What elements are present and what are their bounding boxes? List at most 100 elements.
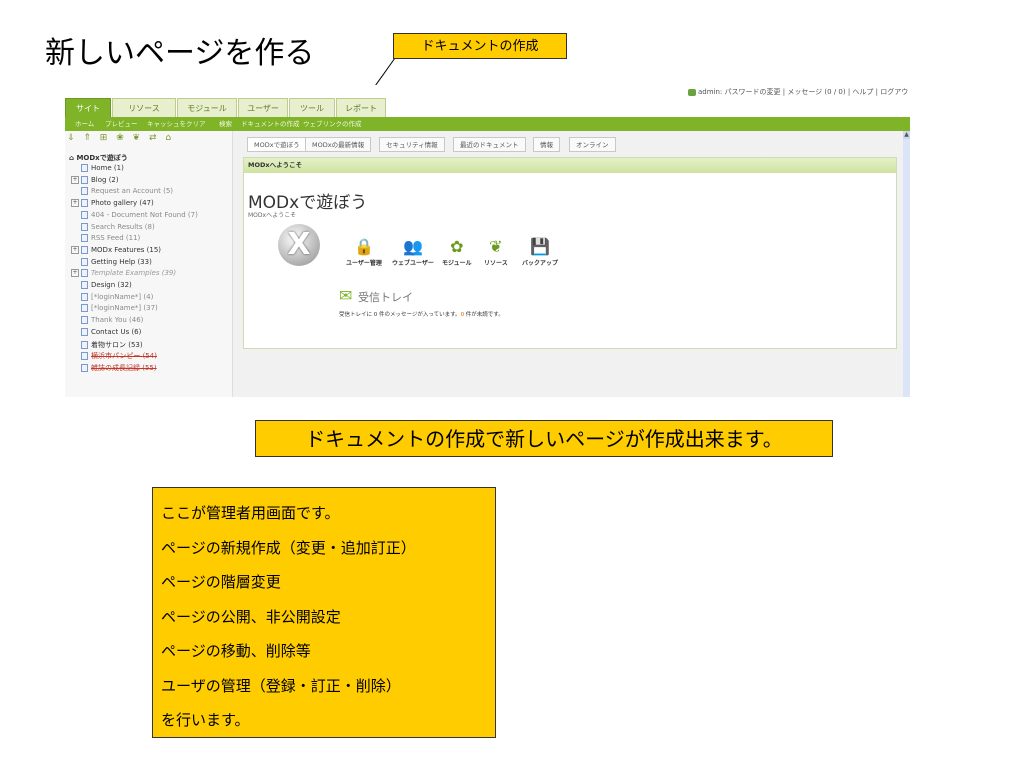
tree-item[interactable]: [*loginName*] (4) <box>81 292 153 301</box>
welcome-subtitle: MODxへようこそ <box>248 212 297 219</box>
document-icon <box>81 187 88 196</box>
vertical-scrollbar[interactable]: ▲ <box>903 131 910 397</box>
tab-users[interactable]: ユーザー <box>238 98 288 117</box>
document-icon <box>81 363 88 372</box>
module-icon: ✿ <box>450 237 464 256</box>
document-icon <box>81 352 88 361</box>
tree-item-label: MODx Features (15) <box>91 245 161 254</box>
tab-tools[interactable]: ツール <box>289 98 335 117</box>
tree-item-label: Home (1) <box>91 164 124 172</box>
tree-toolbar-icons[interactable]: ⇓ ⇑ ⊞ ❀ ❦ ⇄ ⌂ <box>67 133 174 143</box>
expand-icon[interactable]: + <box>71 269 79 278</box>
callout-create-page-explanation: ドキュメントの作成で新しいページが作成出来ます。 <box>255 420 833 457</box>
document-icon <box>81 222 88 231</box>
tree-item[interactable]: + MODx Features (15) <box>71 245 161 254</box>
subnav-create-document[interactable]: ドキュメントの作成 <box>241 117 300 131</box>
note-line: ページの階層変更 <box>161 573 281 591</box>
expand-icon[interactable]: + <box>71 245 79 254</box>
tab-resources[interactable]: リソース <box>112 98 176 117</box>
document-icon <box>81 175 88 184</box>
note-line: ここが管理者用画面です。 <box>161 504 340 522</box>
quick-user-management[interactable]: 🔒 ユーザー管理 <box>346 238 382 268</box>
tree-item-label: Photo gallery (47) <box>91 199 154 208</box>
subnav-create-weblink[interactable]: ウェブリンクの作成 <box>303 117 362 131</box>
envelope-icon[interactable]: ✉ <box>339 286 352 305</box>
document-icon <box>81 210 88 219</box>
document-icon <box>81 199 88 208</box>
document-icon <box>81 245 88 254</box>
inbox-title[interactable]: 受信トレイ <box>358 289 413 305</box>
tab-site[interactable]: サイト <box>65 98 111 117</box>
tab-online[interactable]: オンライン <box>569 137 616 152</box>
tree-item[interactable]: 404 - Document Not Found (7) <box>81 210 198 219</box>
user-icon <box>688 88 696 96</box>
subnav-clear-cache[interactable]: キャッシュをクリア <box>147 117 206 131</box>
subnav-search[interactable]: 検索 <box>219 117 232 131</box>
note-line: ページの移動、削除等 <box>161 642 311 660</box>
tree-item[interactable]: Home (1) <box>81 164 124 172</box>
users-icon: 👥 <box>402 237 423 256</box>
expand-icon[interactable]: + <box>71 175 79 184</box>
subnav-home[interactable]: ホーム <box>75 117 94 131</box>
tree-item-label: 雑誌の成長記録 (55) <box>91 363 157 372</box>
tab-info[interactable]: 情報 <box>533 137 560 152</box>
tree-item[interactable]: 横浜市パンピー (54) <box>81 351 157 361</box>
tab-reports[interactable]: レポート <box>336 98 386 117</box>
tree-item[interactable]: [*loginName*] (37) <box>81 304 158 313</box>
document-icon <box>81 340 88 349</box>
subnav-preview[interactable]: プレビュー <box>105 117 138 131</box>
quick-modules[interactable]: ✿ モジュール <box>442 237 472 268</box>
document-icon <box>81 164 88 172</box>
admin-features-notes: ここが管理者用画面です。 ページの新規作成（変更・追加訂正） ページの階層変更 … <box>152 487 496 738</box>
tree-item[interactable]: Search Results (8) <box>81 222 155 231</box>
tree-item-label: 着物サロン (53) <box>91 340 143 349</box>
document-icon <box>81 292 88 301</box>
tree-item-label: [*loginName*] (37) <box>91 304 158 313</box>
user-menu-bar[interactable]: admin: パスワードの変更 | メッセージ (0 / 0) | ヘルプ | … <box>688 87 910 97</box>
scroll-up-icon[interactable]: ▲ <box>903 131 910 139</box>
tree-root[interactable]: ⌂ MODxで遊ぼう <box>69 153 128 163</box>
tree-item[interactable]: Design (32) <box>81 281 132 289</box>
expand-icon[interactable]: + <box>71 199 79 208</box>
tree-item[interactable]: + Photo gallery (47) <box>71 199 154 208</box>
tree-item-label: Getting Help (33) <box>91 257 152 266</box>
inbox-message: 受信トレイに 0 件のメッセージが入っています。0 件が未読です。 <box>339 312 504 318</box>
document-icon <box>81 234 88 243</box>
note-line: ページの新規作成（変更・追加訂正） <box>161 538 416 557</box>
tree-item[interactable]: + Template Examples (39) <box>71 269 177 278</box>
tree-item[interactable]: Thank You (46) <box>81 316 144 325</box>
tree-item-label: Request an Account (5) <box>91 187 174 196</box>
tree-item[interactable]: Request an Account (5) <box>81 187 174 196</box>
tree-item-label: Design (32) <box>91 281 132 289</box>
note-line: を行います。 <box>161 711 250 729</box>
document-icon <box>81 257 88 266</box>
tree-item[interactable]: Getting Help (33) <box>81 257 152 266</box>
tab-welcome[interactable]: MODxで遊ぼう <box>247 137 307 152</box>
tab-modules[interactable]: モジュール <box>177 98 237 117</box>
quick-web-users[interactable]: 👥 ウェブユーザー <box>392 237 434 268</box>
top-tab-bar: サイト リソース モジュール ユーザー ツール レポート <box>65 98 910 117</box>
main-content-area: MODxで遊ぼう MODxの最新情報 セキュリティ情報 最近のドキュメント 情報… <box>233 131 903 397</box>
tree-item-label: Thank You (46) <box>91 316 144 325</box>
tab-recent-documents[interactable]: 最近のドキュメント <box>453 137 526 152</box>
tab-security-info[interactable]: セキュリティ情報 <box>379 137 445 152</box>
tree-item-label: Template Examples (39) <box>91 269 177 278</box>
modx-logo: X <box>278 224 320 266</box>
tree-item[interactable]: Contact Us (6) <box>81 327 142 336</box>
tree-item-label: Contact Us (6) <box>91 327 142 336</box>
resource-icon: ❦ <box>489 237 503 256</box>
document-icon <box>81 304 88 313</box>
document-icon <box>81 316 88 325</box>
tree-item-label: RSS Feed (11) <box>91 234 141 243</box>
tree-item-label: Search Results (8) <box>91 222 155 231</box>
tab-latest-news[interactable]: MODxの最新情報 <box>305 137 372 152</box>
tree-item[interactable]: 雑誌の成長記録 (55) <box>81 363 157 373</box>
document-icon <box>81 269 88 278</box>
document-tree-sidebar: ⇓ ⇑ ⊞ ❀ ❦ ⇄ ⌂ ⌂ MODxで遊ぼう Home (1) + Blog (… <box>65 131 233 397</box>
tree-item[interactable]: RSS Feed (11) <box>81 234 141 243</box>
tree-item[interactable]: + Blog (2) <box>71 175 119 184</box>
tree-item[interactable]: 着物サロン (53) <box>81 340 143 350</box>
quick-backup[interactable]: 💾 バックアップ <box>522 238 558 268</box>
quick-resources[interactable]: ❦ リソース <box>484 237 508 268</box>
note-line: ユーザの管理（登録・訂正・削除） <box>161 676 401 695</box>
